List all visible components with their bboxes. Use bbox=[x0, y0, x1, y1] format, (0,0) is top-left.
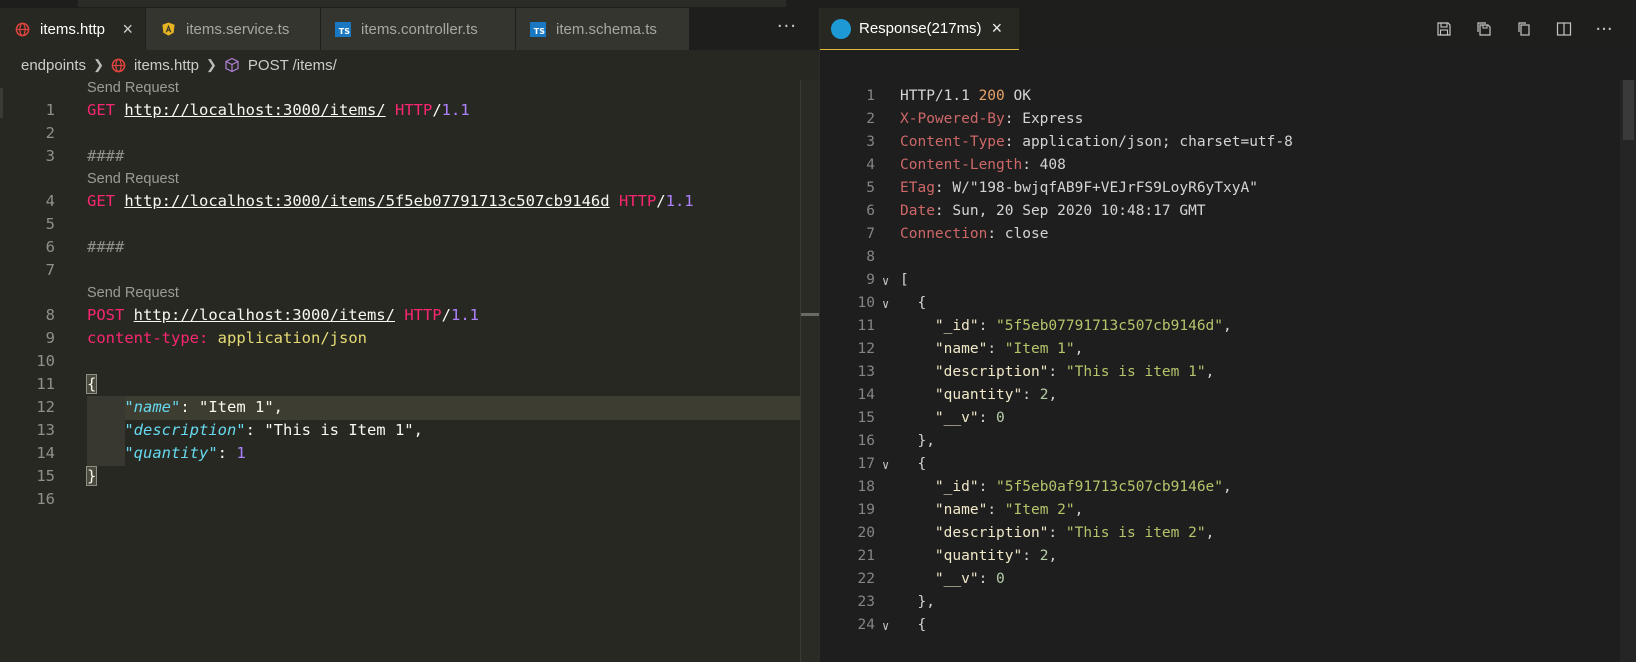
rest-client-icon bbox=[831, 18, 851, 39]
response-header: Connection: close bbox=[900, 226, 1049, 242]
json-line: { bbox=[900, 617, 927, 633]
copy-icon[interactable] bbox=[1513, 18, 1535, 40]
request-url[interactable]: http://localhost:3000/items/ bbox=[124, 101, 385, 119]
typescript-icon: TS bbox=[335, 21, 351, 37]
close-icon[interactable]: × bbox=[122, 19, 133, 39]
more-actions-icon[interactable]: ··· bbox=[1593, 18, 1615, 40]
code-line-6: #### bbox=[87, 238, 125, 256]
response-header: Content-Type: application/json; charset=… bbox=[900, 134, 1293, 150]
chevron-right-icon: ❯ bbox=[93, 57, 104, 72]
send-request-link[interactable]: Send Request bbox=[87, 80, 179, 96]
json-line: "_id": "5f5eb0af91713c507cb9146e", bbox=[934, 479, 1232, 495]
editor-scrollbar[interactable] bbox=[800, 80, 820, 662]
code-line-14: "quantity": 1 bbox=[124, 444, 246, 462]
code-line-8: POST http://localhost:3000/items/ HTTP/1… bbox=[87, 306, 479, 324]
tab-label: items.controller.ts bbox=[361, 20, 478, 38]
request-url[interactable]: http://localhost:3000/items/5f5eb0779171… bbox=[124, 192, 609, 210]
chevron-down-icon[interactable]: ∨ bbox=[882, 297, 889, 311]
send-request-link[interactable]: Send Request bbox=[87, 285, 179, 301]
cube-icon bbox=[224, 57, 240, 73]
code-line-13: "description": "This is Item 1", bbox=[124, 421, 423, 439]
json-line: "quantity": 2, bbox=[934, 387, 1058, 403]
json-line: "__v": 0 bbox=[934, 410, 1005, 426]
code-line-12: "name": "Item 1", bbox=[124, 398, 283, 416]
json-line: { bbox=[900, 456, 927, 472]
tab-bar: items.http × items.service.ts TS items.c… bbox=[0, 8, 819, 50]
close-icon[interactable]: × bbox=[992, 18, 1003, 39]
code-line-1: GET http://localhost:3000/items/ HTTP/1.… bbox=[87, 101, 470, 119]
json-line: }, bbox=[900, 594, 935, 610]
response-viewer[interactable]: 1 HTTP/1.1 200 OK 2 X-Powered-By: Expres… bbox=[820, 80, 1620, 662]
response-header: X-Powered-By: Express bbox=[900, 111, 1084, 127]
json-line: "name": "Item 2", bbox=[934, 502, 1084, 518]
breadcrumb-folder[interactable]: endpoints bbox=[21, 57, 86, 74]
code-line-3: #### bbox=[87, 147, 125, 165]
response-header: ETag: W/"198-bwjqfAB9F+VEJrFS9LoyR6yTxyA… bbox=[900, 180, 1258, 196]
response-header: Date: Sun, 20 Sep 2020 10:48:17 GMT bbox=[900, 203, 1206, 219]
request-url[interactable]: http://localhost:3000/items/ bbox=[134, 306, 395, 324]
tab-label: items.service.ts bbox=[186, 20, 290, 38]
json-line: "description": "This is item 1", bbox=[934, 364, 1215, 380]
split-editor-icon[interactable] bbox=[1553, 18, 1575, 40]
breadcrumb-symbol[interactable]: POST /items/ bbox=[248, 57, 337, 74]
editor-pane-left: items.http × items.service.ts TS items.c… bbox=[0, 8, 820, 662]
editor-actions: ··· bbox=[1433, 18, 1615, 40]
tab-label: items.http bbox=[40, 20, 106, 38]
code-line-9: content-type: application/json bbox=[87, 329, 367, 347]
angular-icon bbox=[160, 21, 176, 37]
json-line: [ bbox=[900, 272, 909, 288]
save-body-icon[interactable] bbox=[1473, 18, 1495, 40]
json-line: "__v": 0 bbox=[934, 571, 1005, 587]
json-line: "_id": "5f5eb07791713c507cb9146d", bbox=[934, 318, 1232, 334]
tab-items-service-ts[interactable]: items.service.ts bbox=[146, 8, 320, 50]
tab-items-http[interactable]: items.http × bbox=[0, 8, 145, 50]
response-status-line: HTTP/1.1 200 OK bbox=[900, 88, 1031, 104]
tab-items-controller-ts[interactable]: TS items.controller.ts bbox=[321, 8, 515, 50]
json-line: }, bbox=[900, 433, 935, 449]
globe-icon bbox=[14, 21, 30, 37]
chevron-down-icon[interactable]: ∨ bbox=[882, 619, 889, 633]
tab-response[interactable]: Response(217ms) × bbox=[820, 8, 1019, 50]
globe-icon bbox=[111, 58, 126, 73]
json-line: { bbox=[900, 295, 927, 311]
tab-label: item.schema.ts bbox=[556, 20, 657, 38]
breadcrumb-file[interactable]: items.http bbox=[134, 57, 199, 74]
code-line-11: { bbox=[85, 374, 98, 394]
json-line: "quantity": 2, bbox=[934, 548, 1058, 564]
code-editor[interactable]: Send Request 1 GET http://localhost:3000… bbox=[0, 80, 800, 662]
tab-label: Response(217ms) bbox=[859, 20, 982, 37]
response-header: Content-Length: 408 bbox=[900, 157, 1066, 173]
json-line: "name": "Item 1", bbox=[934, 341, 1084, 357]
chevron-right-icon: ❯ bbox=[206, 57, 217, 72]
code-line-15: } bbox=[85, 466, 98, 486]
chevron-down-icon[interactable]: ∨ bbox=[882, 458, 889, 472]
json-line: "description": "This is item 2", bbox=[934, 525, 1215, 541]
response-scrollbar[interactable] bbox=[1620, 80, 1636, 662]
send-request-link[interactable]: Send Request bbox=[87, 171, 179, 187]
code-line-4: GET http://localhost:3000/items/5f5eb077… bbox=[87, 192, 694, 210]
save-icon[interactable] bbox=[1433, 18, 1455, 40]
response-tab-bar: Response(217ms) × ··· bbox=[820, 8, 1636, 50]
response-pane: Response(217ms) × ··· 1 HTTP/1.1 200 OK … bbox=[819, 8, 1636, 662]
more-actions-icon[interactable]: ··· bbox=[777, 16, 797, 37]
breadcrumb: endpoints ❯ items.http ❯ POST /items/ bbox=[0, 50, 819, 80]
tab-item-schema-ts[interactable]: TS item.schema.ts bbox=[516, 8, 689, 50]
chevron-down-icon[interactable]: ∨ bbox=[882, 274, 889, 288]
typescript-icon: TS bbox=[530, 21, 546, 37]
